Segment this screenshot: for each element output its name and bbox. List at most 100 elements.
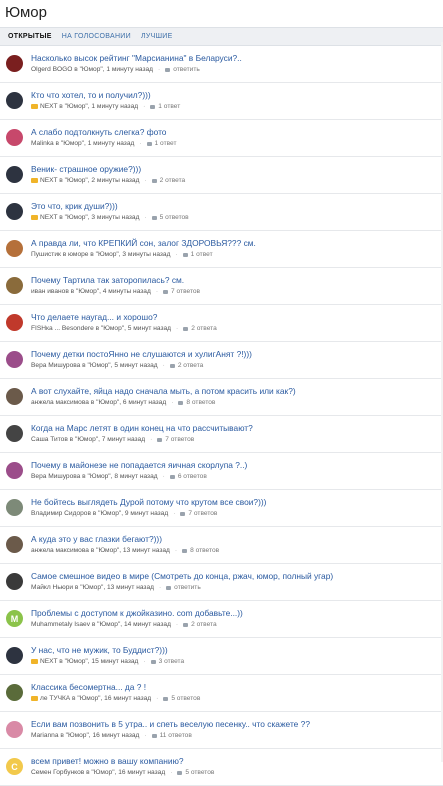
avatar[interactable] xyxy=(6,462,23,479)
answers-count[interactable]: 11 ответов xyxy=(160,732,192,739)
author-link[interactable]: Семен Горбунков в "Юмор", 16 минут назад xyxy=(31,769,165,776)
author-link[interactable]: Пушистик в юморе в "Юмор", 3 минуты наза… xyxy=(31,251,170,258)
question-link[interactable]: Если вам позвонить в 5 утра.. и спеть ве… xyxy=(31,719,439,729)
list-item[interactable]: А слабо подтолкнуть слегка? фото Malinka … xyxy=(0,120,443,157)
avatar[interactable] xyxy=(6,129,23,146)
answers-count[interactable]: 7 ответов xyxy=(171,288,200,295)
answers-count[interactable]: 7 ответов xyxy=(188,510,217,517)
author-link[interactable]: Владимир Сидоров в "Юмор", 9 минут назад xyxy=(31,510,168,517)
question-link[interactable]: А правда ли, что КРЕПКИЙ сон, залог ЗДОР… xyxy=(31,238,439,248)
answers-count[interactable]: 2 ответа xyxy=(191,621,217,628)
answers-count[interactable]: 2 ответа xyxy=(191,325,217,332)
answers-count[interactable]: 8 ответов xyxy=(186,399,215,406)
author-link[interactable]: Olgerd BOGO в "Юмор", 1 минуту назад xyxy=(31,66,153,73)
avatar[interactable] xyxy=(6,92,23,109)
answers-count[interactable]: ответить xyxy=(173,66,200,73)
author-link[interactable]: анжела максимова в "Юмор", 13 минут наза… xyxy=(31,547,170,554)
avatar[interactable] xyxy=(6,277,23,294)
question-link[interactable]: всем привет! можно в вашу компанию? xyxy=(31,756,439,766)
question-link[interactable]: Самое смешное видео в мире (Смотреть до … xyxy=(31,571,439,581)
list-item[interactable]: Веник- страшное оружие?))) NEXT в "Юмор",… xyxy=(0,157,443,194)
avatar[interactable] xyxy=(6,166,23,183)
question-link[interactable]: Это что, крик души?))) xyxy=(31,201,439,211)
list-item[interactable]: Свсем привет! можно в вашу компанию? Семе… xyxy=(0,749,443,786)
avatar[interactable] xyxy=(6,388,23,405)
answers-count[interactable]: 5 ответов xyxy=(160,214,189,221)
question-link[interactable]: Классика бесомертна... да ? ! xyxy=(31,682,439,692)
avatar[interactable] xyxy=(6,647,23,664)
list-item[interactable]: У нас, что не мужик, то Буддист?))) NEXT … xyxy=(0,638,443,675)
answers-count[interactable]: 7 ответов xyxy=(165,436,194,443)
tab-open[interactable]: ОТКРЫТЫЕ xyxy=(8,33,52,40)
avatar[interactable] xyxy=(6,351,23,368)
avatar[interactable] xyxy=(6,573,23,590)
question-link[interactable]: Почему детки постоЯнно не слушаются и ху… xyxy=(31,349,439,359)
question-link[interactable]: А куда это у вас глазки бегают?))) xyxy=(31,534,439,544)
list-item[interactable]: Когда на Марс летят в один конец на что … xyxy=(0,416,443,453)
avatar[interactable] xyxy=(6,721,23,738)
author-link[interactable]: Вера Мишурова в "Юмор", 8 минут назад xyxy=(31,473,158,480)
answers-count[interactable]: 6 ответов xyxy=(178,473,207,480)
question-link[interactable]: А вот слухайте, яйца надо сначала мыть, … xyxy=(31,386,439,396)
list-item[interactable]: Почему в майонезе не попадается яичная с… xyxy=(0,453,443,490)
author-link[interactable]: Muhammetaly Isaev в "Юмор", 14 минут наз… xyxy=(31,621,171,628)
avatar[interactable] xyxy=(6,55,23,72)
answers-count[interactable]: 2 ответа xyxy=(178,362,204,369)
list-item[interactable]: Почему детки постоЯнно не слушаются и ху… xyxy=(0,342,443,379)
list-item[interactable]: Если вам позвонить в 5 утра.. и спеть ве… xyxy=(0,712,443,749)
list-item[interactable]: А вот слухайте, яйца надо сначала мыть, … xyxy=(0,379,443,416)
author-link[interactable]: NEXT в "Юмор", 15 минут назад xyxy=(40,658,138,665)
question-link[interactable]: А слабо подтолкнуть слегка? фото xyxy=(31,127,439,137)
author-link[interactable]: иван иванов в "Юмор", 4 минуты назад xyxy=(31,288,151,295)
list-item[interactable]: А куда это у вас глазки бегают?))) анжела… xyxy=(0,527,443,564)
avatar[interactable]: M xyxy=(6,610,23,627)
answers-count[interactable]: 3 ответа xyxy=(159,658,185,665)
author-link[interactable]: NEXT в "Юмор", 3 минуты назад xyxy=(40,214,139,221)
avatar[interactable] xyxy=(6,684,23,701)
author-link[interactable]: Саша Титов в "Юмор", 7 минут назад xyxy=(31,436,145,443)
answers-count[interactable]: 8 ответов xyxy=(190,547,219,554)
list-item[interactable]: Это что, крик души?))) NEXT в "Юмор", 3 м… xyxy=(0,194,443,231)
list-item[interactable]: А правда ли, что КРЕПКИЙ сон, залог ЗДОР… xyxy=(0,231,443,268)
answers-count[interactable]: 2 ответа xyxy=(160,177,186,184)
list-item[interactable]: M Проблемы с доступом к джойказино. com д… xyxy=(0,601,443,638)
list-item[interactable]: Не бойтесь выглядеть Дурой потому что кр… xyxy=(0,490,443,527)
answers-count[interactable]: 5 ответов xyxy=(171,695,200,702)
list-item[interactable]: Что делаете наугад... и хорошо? FISHка ..… xyxy=(0,305,443,342)
question-link[interactable]: У нас, что не мужик, то Буддист?))) xyxy=(31,645,439,655)
question-link[interactable]: Насколько высок рейтинг "Марсианина" в Б… xyxy=(31,53,439,63)
avatar[interactable]: С xyxy=(6,758,23,775)
author-link[interactable]: Майкл Ньюри в "Юмор", 13 минут назад xyxy=(31,584,154,591)
question-link[interactable]: Что делаете наугад... и хорошо? xyxy=(31,312,439,322)
tab-voting[interactable]: НА ГОЛОСОВАНИИ xyxy=(62,33,131,40)
answers-count[interactable]: 1 ответ xyxy=(155,140,177,147)
answers-count[interactable]: 5 ответов xyxy=(185,769,214,776)
answers-count[interactable]: 1 ответ xyxy=(158,103,180,110)
list-item[interactable]: Кто что хотел, то и получил?))) NEXT в "Ю… xyxy=(0,83,443,120)
author-link[interactable]: анжела максимова в "Юмор", 6 минут назад xyxy=(31,399,166,406)
author-link[interactable]: NEXT в "Юмор", 1 минуту назад xyxy=(40,103,138,110)
list-item[interactable]: Почему Тартила так заторопилась? см. иван… xyxy=(0,268,443,305)
avatar[interactable] xyxy=(6,425,23,442)
list-item[interactable]: Насколько высок рейтинг "Марсианина" в Б… xyxy=(0,46,443,83)
avatar[interactable] xyxy=(6,203,23,220)
question-link[interactable]: Не бойтесь выглядеть Дурой потому что кр… xyxy=(31,497,439,507)
question-link[interactable]: Почему Тартила так заторопилась? см. xyxy=(31,275,439,285)
question-link[interactable]: Веник- страшное оружие?))) xyxy=(31,164,439,174)
list-item[interactable]: Самое смешное видео в мире (Смотреть до … xyxy=(0,564,443,601)
list-item[interactable]: Классика бесомертна... да ? ! ле ТУЧКА в … xyxy=(0,675,443,712)
question-link[interactable]: Кто что хотел, то и получил?))) xyxy=(31,90,439,100)
author-link[interactable]: NEXT в "Юмор", 2 минуты назад xyxy=(40,177,139,184)
tab-best[interactable]: ЛУЧШИЕ xyxy=(141,33,173,40)
author-link[interactable]: ле ТУЧКА в "Юмор", 16 минут назад xyxy=(40,695,151,702)
author-link[interactable]: Вера Мишурова в "Юмор", 5 минут назад xyxy=(31,362,158,369)
avatar[interactable] xyxy=(6,536,23,553)
answers-count[interactable]: ответить xyxy=(174,584,201,591)
author-link[interactable]: FISHка ... Besondere в "Юмор", 5 минут н… xyxy=(31,325,171,332)
avatar[interactable] xyxy=(6,499,23,516)
question-link[interactable]: Проблемы с доступом к джойказино. com до… xyxy=(31,608,439,618)
author-link[interactable]: Marianna в "Юмор", 16 минут назад xyxy=(31,732,139,739)
question-link[interactable]: Когда на Марс летят в один конец на что … xyxy=(31,423,439,433)
author-link[interactable]: Malinka в "Юмор", 1 минуту назад xyxy=(31,140,134,147)
avatar[interactable] xyxy=(6,240,23,257)
